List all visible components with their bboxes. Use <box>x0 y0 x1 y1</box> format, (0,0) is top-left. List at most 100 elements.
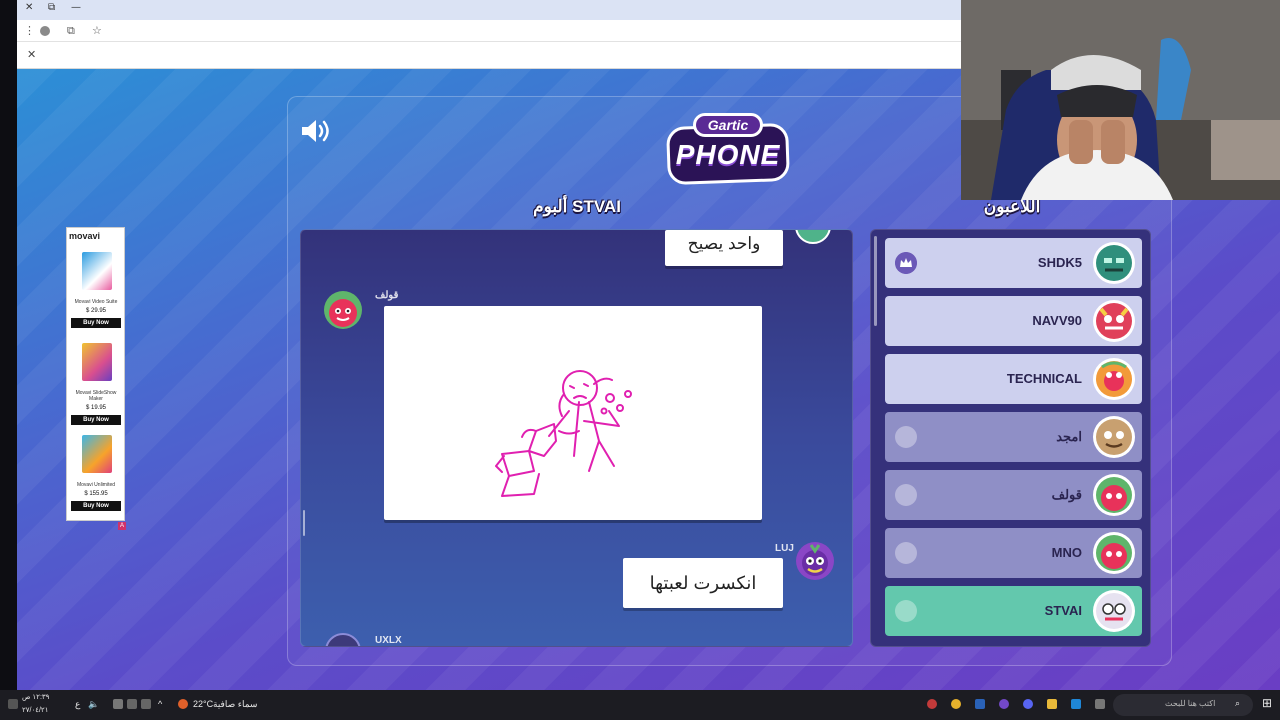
extensions-icon[interactable]: ⧉ <box>67 24 75 38</box>
strawberry-avatar <box>324 291 362 329</box>
file-explorer-icon[interactable] <box>1047 699 1057 709</box>
player-name: NAVV90 <box>1032 313 1082 328</box>
speaker-icon[interactable] <box>300 117 334 145</box>
webcam-overlay <box>961 0 1280 200</box>
players-scrollbar[interactable] <box>874 236 877 326</box>
player-name: MNO <box>1051 545 1082 560</box>
player-avatar <box>1093 300 1135 342</box>
buy-now-button[interactable]: Buy Now <box>71 501 121 511</box>
tray-app-icon[interactable] <box>141 699 151 709</box>
player-name: TECHNICAL <box>1006 371 1082 386</box>
player-row[interactable]: قولف <box>885 470 1142 520</box>
player-row[interactable]: MNO <box>885 528 1142 578</box>
start-icon[interactable]: ⊞ <box>1262 696 1272 710</box>
album-text-entry: واحد يصيح <box>665 230 783 266</box>
ad-product-price: $ 155.95 <box>84 491 108 497</box>
menu-dots-icon[interactable]: ⋮ <box>24 24 35 37</box>
volume-icon[interactable]: 🔈 <box>88 699 99 710</box>
weather-temp[interactable]: 22°C <box>193 699 213 709</box>
language-indicator[interactable]: ع <box>75 699 80 710</box>
logo-phone-text: PHONE <box>675 139 781 170</box>
screen-edge <box>0 0 17 690</box>
restore-window-icon[interactable]: ⧉ <box>48 2 55 13</box>
logo-gartic-text: Gartic <box>693 113 763 137</box>
player-avatar <box>1093 416 1135 458</box>
player-row[interactable]: SHDK5 <box>885 238 1142 288</box>
ad-product-name: Movavi Unlimited <box>76 482 116 488</box>
ad-product-price: $ 29.95 <box>85 308 107 314</box>
notifications-icon[interactable] <box>8 699 18 709</box>
show-hidden-icons-icon[interactable]: ^ <box>158 699 162 709</box>
leave-icon <box>895 484 917 506</box>
album-drawing <box>384 306 762 520</box>
search-icon: ⌕ <box>1235 698 1241 708</box>
player-avatar <box>1093 532 1135 574</box>
webcam-video <box>961 0 1280 200</box>
ad-product-name: Movavi Video Suite <box>74 299 118 305</box>
album-scrollbar[interactable] <box>303 510 305 536</box>
info-bar: ✕ <box>17 42 961 69</box>
entry-author-name: قولف <box>375 290 399 301</box>
player-avatar <box>1093 242 1135 284</box>
edge-icon[interactable] <box>1071 699 1081 709</box>
player-name: SHDK5 <box>1037 255 1082 270</box>
player-name: STVAI <box>1044 603 1082 618</box>
weather-icon[interactable] <box>178 699 188 709</box>
leave-icon <box>895 542 917 564</box>
buy-now-button[interactable]: Buy Now <box>71 318 121 328</box>
ad-banner[interactable]: movavi Movavi Video Suite $ 29.95 Buy No… <box>66 227 125 521</box>
player-avatar <box>1093 358 1135 400</box>
player-avatar <box>1093 474 1135 516</box>
entry-author-name: LUJ <box>775 543 794 554</box>
ad-product-name: Movavi SlideShow Maker <box>75 390 117 402</box>
weather-text[interactable]: سماء صافية <box>213 699 257 710</box>
search-placeholder: اكتب هنا للبحث <box>1165 699 1216 708</box>
crown-icon <box>895 252 917 274</box>
product-box-image <box>82 252 112 290</box>
close-infobar-icon[interactable]: ✕ <box>27 48 36 61</box>
album-title: ألبوم STVAI <box>533 197 621 216</box>
gartic-phone-logo: Gartic PHONE <box>666 113 790 187</box>
bookmark-star-icon[interactable]: ☆ <box>92 24 102 37</box>
task-view-icon[interactable] <box>1095 699 1105 709</box>
ad-choices-badge[interactable]: A <box>118 522 126 530</box>
product-box-image <box>82 435 112 473</box>
cloud-icon[interactable] <box>127 699 137 709</box>
profile-icon[interactable] <box>40 26 50 36</box>
leave-icon <box>895 426 917 448</box>
network-icon[interactable] <box>113 699 123 709</box>
chrome-icon[interactable] <box>951 699 961 709</box>
player-name: قولف <box>1051 487 1082 502</box>
taskbar-app-icon[interactable] <box>975 699 985 709</box>
ad-brand: movavi <box>69 231 101 241</box>
ad-product-price: $ 19.95 <box>85 405 107 411</box>
player-row[interactable]: NAVV90 <box>885 296 1142 346</box>
album-panel[interactable]: واحد يصيح قولف انكسرت لعبتها LUJ UXLX <box>300 229 853 647</box>
close-window-icon[interactable]: ✕ <box>25 2 33 13</box>
minimize-window-icon[interactable]: — <box>71 2 81 13</box>
taskbar: ١٢:٣٩ ص ٢٧/٠٤/٢١ ع 🔈 ^ 22°C سماء صافية ا… <box>0 690 1280 720</box>
taskbar-app-icon[interactable] <box>999 699 1009 709</box>
drawing-canvas <box>495 370 632 497</box>
player-name: امجد <box>1056 429 1082 444</box>
leave-icon <box>895 600 917 622</box>
player-avatar <box>795 230 831 244</box>
grape-avatar <box>796 542 834 580</box>
players-panel[interactable]: SHDK5 NAVV90 TECHNICAL امجد قولف MNO STV… <box>870 229 1151 647</box>
player-row[interactable]: STVAI <box>885 586 1142 636</box>
clock-time[interactable]: ١٢:٣٩ ص <box>22 693 49 701</box>
entry-author-name: UXLX <box>375 635 402 646</box>
player-avatar <box>325 633 361 646</box>
browser-titlebar: ✕ ⧉ — <box>17 0 961 20</box>
album-text-entry: انكسرت لعبتها <box>623 558 783 608</box>
taskbar-search-box[interactable]: اكتب هنا للبحث ⌕ <box>1113 694 1253 716</box>
taskbar-app-icon[interactable] <box>927 699 937 709</box>
player-row[interactable]: امجد <box>885 412 1142 462</box>
screen: ✕ ⧉ — ⋮ ⧉ ☆ ✕ movavi Movavi Video Suite … <box>0 0 1280 720</box>
player-row[interactable]: TECHNICAL <box>885 354 1142 404</box>
clock-date[interactable]: ٢٧/٠٤/٢١ <box>22 706 48 714</box>
browser-toolbar: ⋮ ⧉ ☆ <box>17 20 961 42</box>
discord-icon[interactable] <box>1023 699 1033 709</box>
buy-now-button[interactable]: Buy Now <box>71 415 121 425</box>
players-title: اللاعبون <box>983 197 1041 216</box>
